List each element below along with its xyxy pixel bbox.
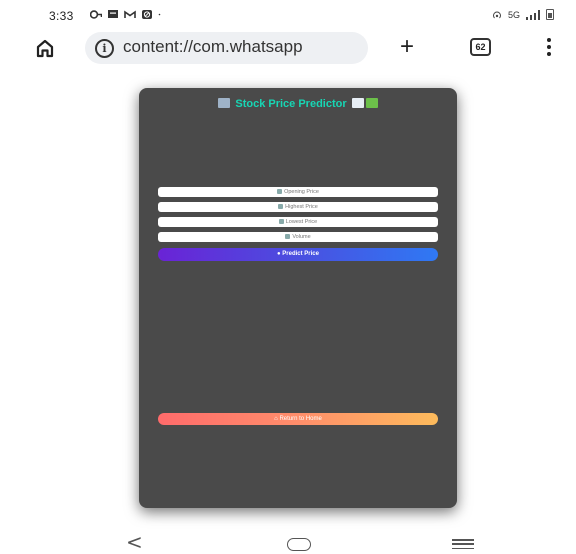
home-icon[interactable] <box>35 38 55 58</box>
opening-price-placeholder: Opening Price <box>284 189 319 195</box>
back-icon[interactable]: < <box>126 532 143 552</box>
overflow-menu-icon[interactable] <box>546 38 552 56</box>
page-title: Stock Price Predictor <box>139 98 457 110</box>
return-home-label: Return to Home <box>279 416 322 422</box>
browser-toolbar: i content://com.whatsapp + 62 <box>0 30 576 66</box>
chart-yen-icon <box>365 98 378 108</box>
signal-icon <box>526 9 540 20</box>
predictor-card: Stock Price Predictor Opening Price High… <box>139 88 457 508</box>
gmail-icon <box>124 10 136 18</box>
message-icon <box>108 10 118 18</box>
bank-icon <box>277 188 283 194</box>
predict-price-label: Predict Price <box>282 251 319 257</box>
new-tab-button[interactable]: + <box>394 34 420 60</box>
volume-placeholder: Volume <box>292 234 311 240</box>
recents-icon[interactable] <box>452 539 474 549</box>
volume-input[interactable]: Volume <box>158 232 438 242</box>
status-time: 3:33 <box>49 9 74 23</box>
house-icon: ⌂ <box>274 416 278 422</box>
system-status: 5G <box>492 9 554 20</box>
return-home-button[interactable]: ⌂ Return to Home <box>158 413 438 425</box>
network-type: 5G <box>507 9 520 20</box>
site-info-icon[interactable]: i <box>95 39 114 58</box>
url-text[interactable]: content://com.whatsapp <box>123 37 363 57</box>
hotspot-icon <box>492 11 501 18</box>
dot-icon <box>158 13 161 16</box>
tabs-button[interactable]: 62 <box>470 38 491 56</box>
highest-price-input[interactable]: Highest Price <box>158 202 438 212</box>
highest-price-placeholder: Highest Price <box>285 204 318 210</box>
bar-chart-icon <box>285 233 291 239</box>
robot-icon <box>218 98 231 108</box>
chart-up-icon <box>278 203 284 209</box>
vpn-key-icon <box>90 10 102 19</box>
crystal-ball-icon: ● <box>277 251 281 257</box>
lowest-price-placeholder: Lowest Price <box>285 219 318 225</box>
predict-price-button[interactable]: ● Predict Price <box>158 248 438 261</box>
battery-icon <box>546 9 554 20</box>
address-bar[interactable]: i content://com.whatsapp <box>85 32 368 64</box>
chart-increasing-icon <box>351 98 364 108</box>
chart-down-icon <box>278 218 284 224</box>
system-nav-bar: < <box>0 530 576 554</box>
notification-icons <box>90 9 164 20</box>
lowest-price-input[interactable]: Lowest Price <box>158 217 438 227</box>
page-title-text: Stock Price Predictor <box>235 98 347 110</box>
status-bar: 3:33 5G <box>0 0 576 30</box>
opening-price-input[interactable]: Opening Price <box>158 187 438 197</box>
blocked-icon <box>142 10 152 19</box>
home-circle-icon[interactable] <box>287 538 311 551</box>
